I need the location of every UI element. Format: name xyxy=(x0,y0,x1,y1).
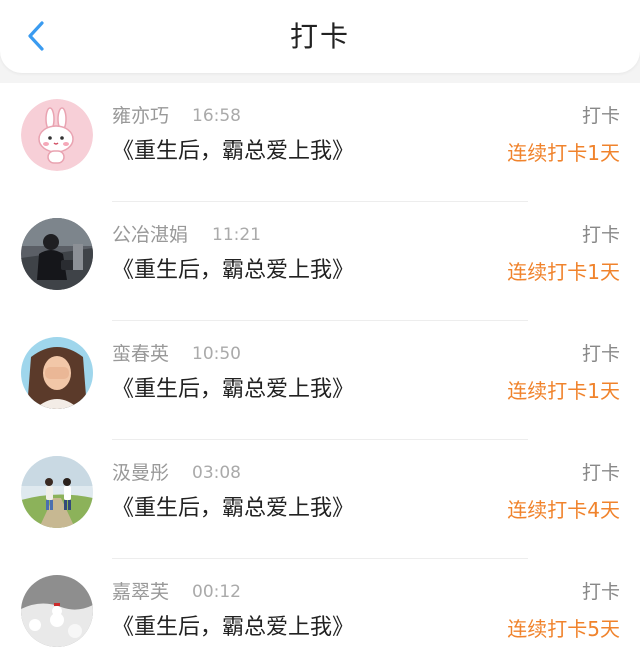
streak-badge: 连续打卡4天 xyxy=(507,498,620,522)
streak-badge: 连续打卡1天 xyxy=(507,260,620,284)
user-name: 公冶湛娟 xyxy=(112,224,189,246)
streak-badge: 连续打卡5天 xyxy=(507,617,620,641)
book-title: 《重生后，霸总爱上我》 xyxy=(112,496,355,521)
checkin-time: 00:12 xyxy=(192,582,241,602)
checkin-time: 10:50 xyxy=(192,344,241,364)
rabbit-avatar-icon xyxy=(21,99,93,171)
checkin-button[interactable]: 打卡 xyxy=(582,341,620,367)
checkin-time: 11:21 xyxy=(212,225,261,245)
avatar[interactable] xyxy=(21,337,93,409)
avatar[interactable] xyxy=(21,575,93,647)
checkin-time: 03:08 xyxy=(192,463,241,483)
avatar[interactable] xyxy=(21,456,93,528)
girl-photo-avatar-icon xyxy=(21,218,93,290)
checkin-button[interactable]: 打卡 xyxy=(582,103,620,129)
list-item[interactable]: 蛮春英 10:50 《重生后，霸总爱上我》 打卡 连续打卡1天 xyxy=(0,321,640,440)
book-title: 《重生后，霸总爱上我》 xyxy=(112,615,355,640)
list-item[interactable]: 汲曼彤 03:08 《重生后，霸总爱上我》 打卡 连续打卡4天 xyxy=(0,440,640,559)
checkin-button[interactable]: 打卡 xyxy=(582,222,620,248)
user-name: 嘉翠芙 xyxy=(112,581,170,603)
user-name: 汲曼彤 xyxy=(112,462,170,484)
couple-walking-avatar-icon xyxy=(21,456,93,528)
book-title: 《重生后，霸总爱上我》 xyxy=(112,139,355,164)
avatar[interactable] xyxy=(21,99,93,171)
avatar[interactable] xyxy=(21,218,93,290)
streak-badge: 连续打卡1天 xyxy=(507,379,620,403)
book-title: 《重生后，霸总爱上我》 xyxy=(112,377,355,402)
top-bar: 打卡 xyxy=(0,0,640,73)
snow-scene-avatar-icon xyxy=(21,575,93,647)
book-title: 《重生后，霸总爱上我》 xyxy=(112,258,355,283)
list-item[interactable]: 嘉翠芙 00:12 《重生后，霸总爱上我》 打卡 连续打卡5天 xyxy=(0,559,640,671)
page-title: 打卡 xyxy=(289,20,350,53)
checkin-button[interactable]: 打卡 xyxy=(582,460,620,486)
checkin-time: 16:58 xyxy=(192,106,241,126)
user-name: 雍亦巧 xyxy=(112,105,170,127)
user-name: 蛮春英 xyxy=(112,343,170,365)
checkin-list: 雍亦巧 16:58 《重生后，霸总爱上我》 打卡 连续打卡1天 公冶湛娟 11:… xyxy=(0,83,640,671)
list-item[interactable]: 公冶湛娟 11:21 《重生后，霸总爱上我》 打卡 连续打卡1天 xyxy=(0,202,640,321)
streak-badge: 连续打卡1天 xyxy=(507,141,620,165)
girl-covering-face-avatar-icon xyxy=(21,337,93,409)
checkin-button[interactable]: 打卡 xyxy=(582,579,620,605)
list-item[interactable]: 雍亦巧 16:58 《重生后，霸总爱上我》 打卡 连续打卡1天 xyxy=(0,83,640,202)
